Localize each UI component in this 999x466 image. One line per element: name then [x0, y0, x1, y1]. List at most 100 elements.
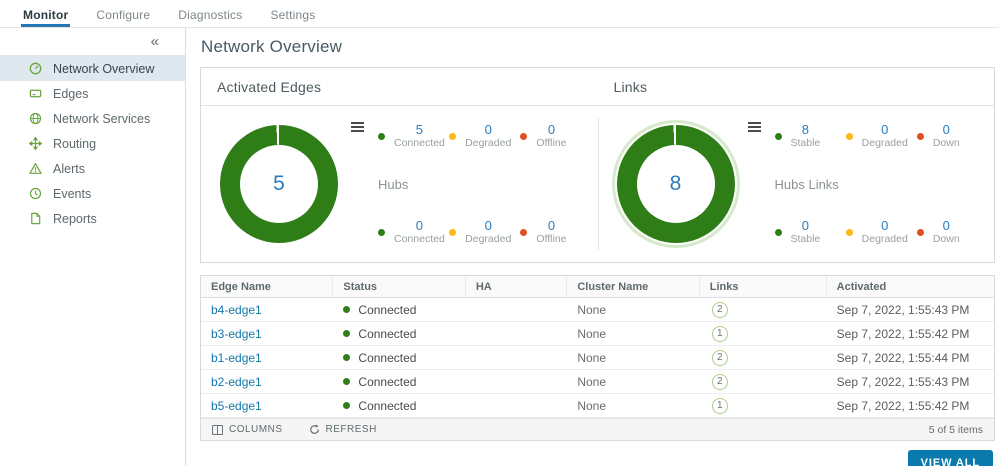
stat-label: Down — [933, 233, 960, 246]
status-text: Connected — [358, 351, 416, 365]
main-content: Network Overview Activated Edges 5 — [186, 28, 999, 466]
links-stats-row-top: 8Stable 0Degraded 0Down — [775, 122, 989, 150]
status-text: Connected — [358, 399, 416, 413]
col-header-activated[interactable]: Activated — [827, 276, 994, 297]
yellow-dot-icon — [449, 133, 456, 140]
edges-stats-row-bottom: 0Connected 0Degraded 0Offline — [378, 218, 592, 246]
view-all-button[interactable]: VIEW ALL — [908, 450, 993, 466]
app-shell: « Network Overview Edges Network Service… — [0, 28, 999, 466]
refresh-button[interactable]: REFRESH — [309, 424, 377, 435]
links-stats-row-bottom: 0Stable 0Degraded 0Down — [775, 218, 989, 246]
stat-stable: 0Stable — [775, 218, 846, 246]
cluster-cell: None — [567, 303, 699, 317]
edge-name-link[interactable]: b2-edge1 — [211, 375, 262, 389]
tab-settings[interactable]: Settings — [268, 0, 317, 27]
stat-offline: 0Offline — [520, 218, 591, 246]
links-count-badge[interactable]: 2 — [712, 350, 728, 366]
stat-label: Degraded — [862, 137, 908, 150]
stat-label: Offline — [536, 233, 566, 246]
chart-menu-icon[interactable] — [746, 118, 763, 136]
stat-down: 0Down — [917, 218, 988, 246]
red-dot-icon — [917, 133, 924, 140]
sidebar-item-reports[interactable]: Reports — [0, 206, 185, 231]
edges-stats-row-top: 5Connected 0Degraded 0Offline — [378, 122, 592, 150]
stat-value: 0 — [548, 218, 555, 233]
links-count-badge[interactable]: 2 — [712, 302, 728, 318]
sidebar-item-label: Alerts — [53, 162, 85, 176]
edges-table: Edge Name Status HA Cluster Name Links A… — [200, 275, 995, 441]
actions-row: VIEW ALL — [200, 441, 995, 466]
cluster-cell: None — [567, 399, 699, 413]
stat-label: Connected — [394, 137, 445, 150]
stat-label: Offline — [536, 137, 566, 150]
tab-monitor[interactable]: Monitor — [21, 0, 70, 27]
links-count-badge[interactable]: 1 — [712, 326, 728, 342]
stat-label: Stable — [791, 137, 821, 150]
col-header-cluster-name[interactable]: Cluster Name — [567, 276, 699, 297]
gauge-icon — [29, 62, 42, 75]
edges-stats: 5Connected 0Degraded 0Offline Hubs — [378, 120, 592, 248]
red-dot-icon — [520, 133, 527, 140]
stat-value: 0 — [802, 218, 809, 233]
stat-label: Connected — [394, 233, 445, 246]
stat-value: 5 — [416, 122, 423, 137]
tab-diagnostics[interactable]: Diagnostics — [176, 0, 244, 27]
edge-name-link[interactable]: b5-edge1 — [211, 399, 262, 413]
col-header-edge-name[interactable]: Edge Name — [201, 276, 333, 297]
sidebar-item-network-services[interactable]: Network Services — [0, 106, 185, 131]
stat-stable: 8Stable — [775, 122, 846, 150]
table-footer: COLUMNS REFRESH 5 of 5 items — [201, 418, 994, 440]
yellow-dot-icon — [846, 133, 853, 140]
stat-value: 0 — [943, 218, 950, 233]
routing-arrows-icon — [29, 137, 42, 150]
chart-menu-icon[interactable] — [349, 118, 366, 136]
collapse-sidebar-icon[interactable]: « — [151, 34, 159, 49]
links-donut-chart: 8 — [617, 125, 735, 243]
sidebar-item-routing[interactable]: Routing — [0, 131, 185, 156]
stat-value: 0 — [485, 218, 492, 233]
stat-degraded: 0Degraded — [449, 122, 520, 150]
col-header-status[interactable]: Status — [333, 276, 465, 297]
items-count: 5 of 5 items — [929, 424, 983, 436]
stat-label: Down — [933, 137, 960, 150]
sidebar-item-edges[interactable]: Edges — [0, 81, 185, 106]
top-nav: Monitor Configure Diagnostics Settings — [0, 0, 999, 28]
links-donut-value: 8 — [670, 172, 682, 196]
col-header-ha[interactable]: HA — [466, 276, 568, 297]
col-header-links[interactable]: Links — [700, 276, 827, 297]
edge-name-link[interactable]: b4-edge1 — [211, 303, 262, 317]
sidebar-item-network-overview[interactable]: Network Overview — [0, 56, 185, 81]
edge-name-link[interactable]: b3-edge1 — [211, 327, 262, 341]
stat-value: 0 — [881, 122, 888, 137]
edges-donut-hole: 5 — [240, 145, 318, 223]
activated-cell: Sep 7, 2022, 1:55:43 PM — [827, 375, 994, 389]
columns-button[interactable]: COLUMNS — [212, 424, 283, 435]
stat-value: 0 — [548, 122, 555, 137]
edge-name-link[interactable]: b1-edge1 — [211, 351, 262, 365]
stat-degraded: 0Degraded — [846, 218, 917, 246]
tab-configure[interactable]: Configure — [94, 0, 152, 27]
table-header-row: Edge Name Status HA Cluster Name Links A… — [201, 276, 994, 298]
stat-value: 8 — [802, 122, 809, 137]
event-clock-icon — [29, 187, 42, 200]
document-icon — [29, 212, 42, 225]
sidebar-item-alerts[interactable]: Alerts — [0, 156, 185, 181]
stat-connected: 0Connected — [378, 218, 449, 246]
stat-value: 0 — [416, 218, 423, 233]
charts-panel: Activated Edges 5 — [200, 67, 995, 263]
status-dot-icon — [343, 402, 350, 409]
activated-edges-card: Activated Edges 5 — [201, 68, 598, 262]
links-card-title: Links — [598, 68, 995, 106]
sidebar-item-label: Events — [53, 187, 91, 201]
stat-value: 0 — [943, 122, 950, 137]
sidebar-item-events[interactable]: Events — [0, 181, 185, 206]
links-count-badge[interactable]: 2 — [712, 374, 728, 390]
hubs-links-group-label: Hubs Links — [775, 177, 989, 192]
table-row: b1-edge1 Connected None 2 Sep 7, 2022, 1… — [201, 346, 994, 370]
links-donut-hole: 8 — [637, 145, 715, 223]
edges-donut-value: 5 — [273, 172, 285, 196]
status-text: Connected — [358, 327, 416, 341]
sidebar-item-label: Routing — [53, 137, 96, 151]
links-count-badge[interactable]: 1 — [712, 398, 728, 414]
links-stats: 8Stable 0Degraded 0Down Hubs Links — [775, 120, 989, 248]
